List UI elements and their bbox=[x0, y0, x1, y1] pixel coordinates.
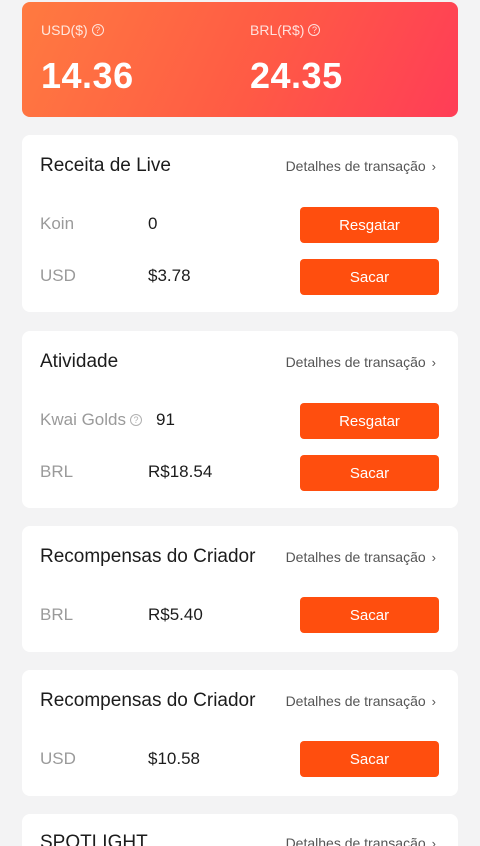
usd-value: $10.58 bbox=[148, 749, 200, 768]
brl-label: BRL bbox=[40, 605, 74, 624]
transaction-details-link[interactable]: Detalhes de transação › bbox=[286, 549, 436, 565]
usd-balance-label: USD($) bbox=[41, 22, 88, 38]
brl-balance-label: BRL(R$) bbox=[250, 22, 305, 38]
withdraw-button[interactable]: Sacar bbox=[300, 597, 439, 633]
live-revenue-card: Receita de Live Detalhes de transação › … bbox=[22, 135, 458, 312]
transaction-details-link[interactable]: Detalhes de transação › bbox=[286, 835, 436, 846]
creator-rewards-brl-card: Recompensas do Criador Detalhes de trans… bbox=[22, 526, 458, 652]
usd-label: USD bbox=[40, 266, 76, 285]
redeem-button[interactable]: Resgatar bbox=[300, 403, 439, 439]
chevron-right-icon: › bbox=[431, 549, 436, 565]
spotlight-card: SPOTLIGHT Detalhes de transação › bbox=[22, 814, 458, 846]
chevron-right-icon: › bbox=[431, 354, 436, 370]
creator-rewards-usd-card: Recompensas do Criador Detalhes de trans… bbox=[22, 670, 458, 796]
card-title: Receita de Live bbox=[40, 155, 171, 176]
help-icon[interactable]: ? bbox=[308, 24, 321, 36]
usd-balance-amount: 14.36 bbox=[41, 55, 134, 96]
balance-banner: USD($) ? 14.36 BRL(R$) ? 24.35 bbox=[22, 2, 458, 117]
koin-label: Koin bbox=[40, 214, 75, 233]
kwai-golds-value: 91 bbox=[156, 410, 175, 429]
withdraw-button[interactable]: Sacar bbox=[300, 455, 439, 491]
chevron-right-icon: › bbox=[431, 158, 436, 174]
brl-label: BRL bbox=[40, 462, 74, 481]
brl-value: R$5.40 bbox=[148, 605, 203, 624]
card-title: Recompensas do Criador bbox=[40, 690, 256, 711]
transaction-details-link[interactable]: Detalhes de transação › bbox=[286, 158, 436, 174]
chevron-right-icon: › bbox=[431, 693, 436, 709]
usd-label: USD bbox=[40, 749, 76, 768]
card-title: Recompensas do Criador bbox=[40, 546, 256, 567]
kwai-golds-label: Kwai Golds ? bbox=[40, 410, 142, 430]
help-icon[interactable]: ? bbox=[129, 414, 142, 426]
redeem-button[interactable]: Resgatar bbox=[300, 207, 439, 243]
withdraw-button[interactable]: Sacar bbox=[300, 259, 439, 295]
usd-value: $3.78 bbox=[148, 266, 191, 285]
help-icon[interactable]: ? bbox=[91, 24, 104, 36]
chevron-right-icon: › bbox=[431, 835, 436, 846]
koin-value: 0 bbox=[148, 214, 158, 233]
withdraw-button[interactable]: Sacar bbox=[300, 741, 439, 777]
brl-balance-amount: 24.35 bbox=[250, 55, 343, 96]
wallet-page: USD($) ? 14.36 BRL(R$) ? 24.35 Receita d… bbox=[0, 0, 480, 846]
transaction-details-link[interactable]: Detalhes de transação › bbox=[286, 354, 436, 370]
transaction-details-link[interactable]: Detalhes de transação › bbox=[286, 693, 436, 709]
brl-value: R$18.54 bbox=[148, 462, 213, 481]
activity-card: Atividade Detalhes de transação › Kwai G… bbox=[22, 331, 458, 508]
card-title: Atividade bbox=[40, 351, 119, 372]
card-title: SPOTLIGHT bbox=[40, 832, 148, 846]
